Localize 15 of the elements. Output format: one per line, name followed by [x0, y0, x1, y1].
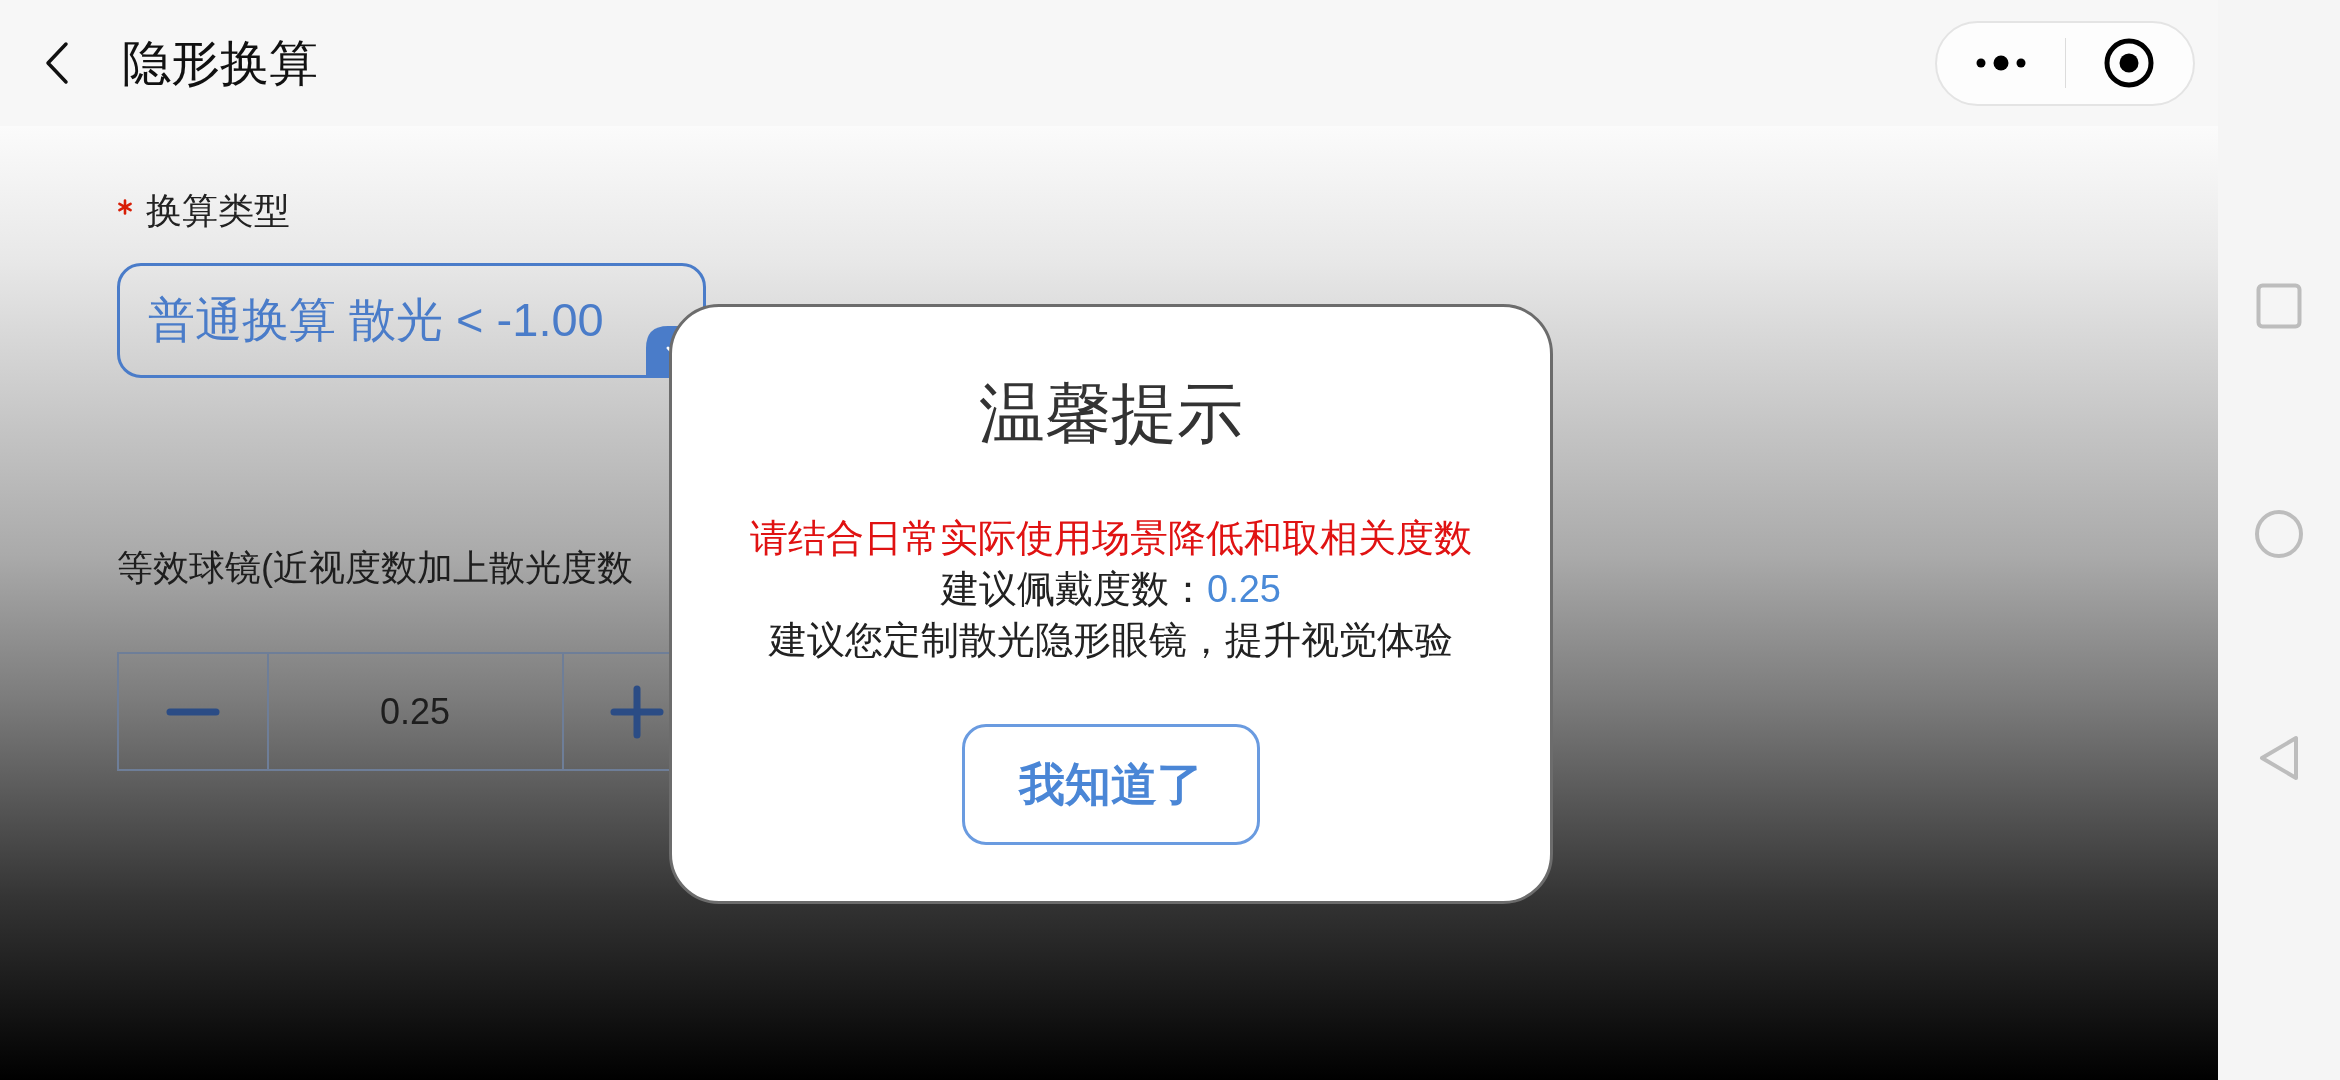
plus-icon [610, 684, 665, 739]
suggestion-value: 0.25 [1207, 568, 1281, 610]
warning-text: 请结合日常实际使用场景降低和取相关度数 [750, 516, 1472, 561]
acknowledge-button[interactable]: 我知道了 [962, 724, 1260, 845]
target-icon[interactable] [2104, 38, 2155, 88]
equivalent-sphere-label: 等效球镜(近视度数加上散光度数 [117, 546, 633, 590]
value-field[interactable]: 0.25 [266, 654, 564, 769]
more-icon[interactable] [1975, 55, 2026, 71]
dialog-title: 温馨提示 [979, 375, 1243, 452]
back-icon[interactable] [44, 41, 70, 85]
suggestion-label: 建议佩戴度数： [941, 568, 1207, 610]
page-title: 隐形换算 [122, 35, 318, 91]
advice-text: 建议您定制散光隐形眼镜，提升视觉体验 [769, 618, 1453, 663]
field-label: 换算类型 [146, 189, 290, 233]
minus-icon [165, 707, 220, 716]
